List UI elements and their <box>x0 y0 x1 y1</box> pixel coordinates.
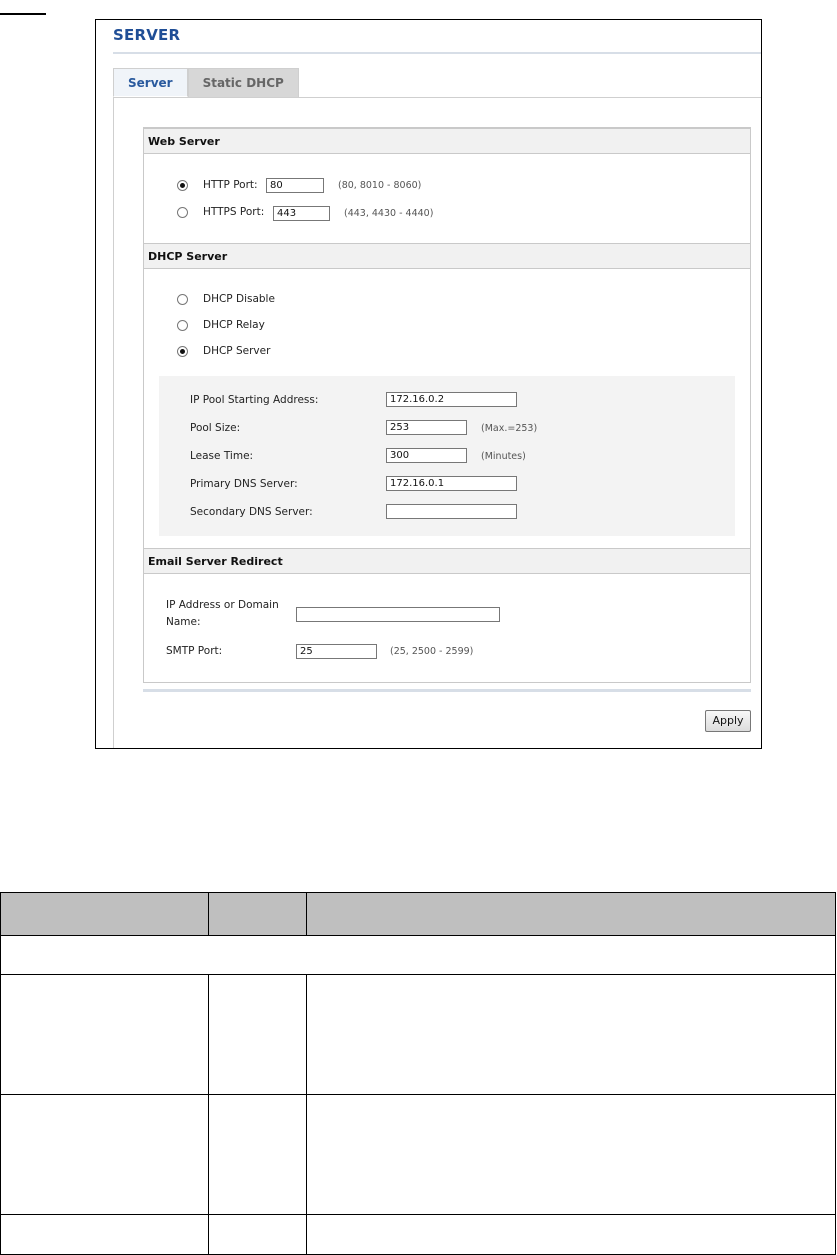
title-divider <box>113 52 761 54</box>
http-port-radio[interactable] <box>177 180 188 191</box>
email-redirect-header: Email Server Redirect <box>144 548 750 574</box>
dhcp-relay-radio[interactable] <box>177 320 188 331</box>
table-cell <box>0 974 209 1095</box>
ip-domain-input[interactable] <box>296 607 500 622</box>
https-port-input[interactable]: 443 <box>273 206 330 221</box>
apply-button[interactable]: Apply <box>705 710 751 732</box>
ip-domain-label-line2: Name: <box>166 616 201 628</box>
http-port-hint: (80, 8010 - 8060) <box>338 180 422 191</box>
dhcp-relay-label: DHCP Relay <box>203 319 265 331</box>
page-title: SERVER <box>113 26 181 44</box>
table-cell <box>208 1094 307 1215</box>
secondary-dns-label: Secondary DNS Server: <box>190 506 313 518</box>
dhcp-server-radio[interactable] <box>177 346 188 357</box>
dhcp-server-label: DHCP Server <box>203 345 271 357</box>
lease-time-hint: (Minutes) <box>481 451 526 462</box>
primary-dns-input[interactable]: 172.16.0.1 <box>386 476 517 491</box>
smtp-port-input[interactable]: 25 <box>296 644 377 659</box>
ip-pool-label: IP Pool Starting Address: <box>190 394 319 406</box>
ip-pool-input[interactable]: 172.16.0.2 <box>386 392 517 407</box>
tab-static-dhcp[interactable]: Static DHCP <box>187 68 299 97</box>
http-port-input[interactable]: 80 <box>266 178 324 193</box>
table-cell <box>0 935 836 975</box>
pool-size-label: Pool Size: <box>190 422 241 434</box>
http-port-label: HTTP Port: <box>203 179 258 191</box>
dhcp-server-header: DHCP Server <box>144 243 750 269</box>
secondary-dns-input[interactable] <box>386 504 517 519</box>
table-header-cell <box>208 892 307 936</box>
ip-domain-label-line1: IP Address or Domain <box>166 599 279 611</box>
lease-time-input[interactable]: 300 <box>386 448 467 463</box>
table-header-cell <box>0 892 209 936</box>
primary-dns-label: Primary DNS Server: <box>190 478 298 490</box>
table-header-cell <box>306 892 836 936</box>
table-row <box>0 1094 836 1215</box>
bottom-divider <box>143 689 751 692</box>
https-port-radio[interactable] <box>177 207 188 218</box>
tab-server[interactable]: Server <box>113 68 188 97</box>
table-cell <box>306 974 836 1095</box>
lease-time-label: Lease Time: <box>190 450 254 462</box>
dhcp-settings-box: IP Pool Starting Address: 172.16.0.2 Poo… <box>159 376 735 536</box>
table-header-row <box>0 892 836 936</box>
table-row <box>0 974 836 1095</box>
table-cell <box>208 974 307 1095</box>
pool-size-hint: (Max.=253) <box>481 423 538 434</box>
table-row <box>0 935 836 975</box>
web-server-header: Web Server <box>144 128 750 154</box>
table-cell <box>306 1094 836 1215</box>
settings-panel: Web Server HTTP Port: 80 (80, 8010 - 806… <box>143 127 751 683</box>
dhcp-disable-label: DHCP Disable <box>203 293 275 305</box>
underline-mark <box>0 13 46 15</box>
https-port-label: HTTPS Port: <box>203 206 265 218</box>
smtp-port-label: SMTP Port: <box>166 645 223 657</box>
table-cell <box>0 1094 209 1215</box>
parameter-table <box>0 892 836 1255</box>
https-port-hint: (443, 4430 - 4440) <box>344 208 434 219</box>
dhcp-disable-radio[interactable] <box>177 294 188 305</box>
tab-bar: Server Static DHCP <box>113 68 299 98</box>
smtp-port-hint: (25, 2500 - 2599) <box>390 646 474 657</box>
pool-size-input[interactable]: 253 <box>386 420 467 435</box>
